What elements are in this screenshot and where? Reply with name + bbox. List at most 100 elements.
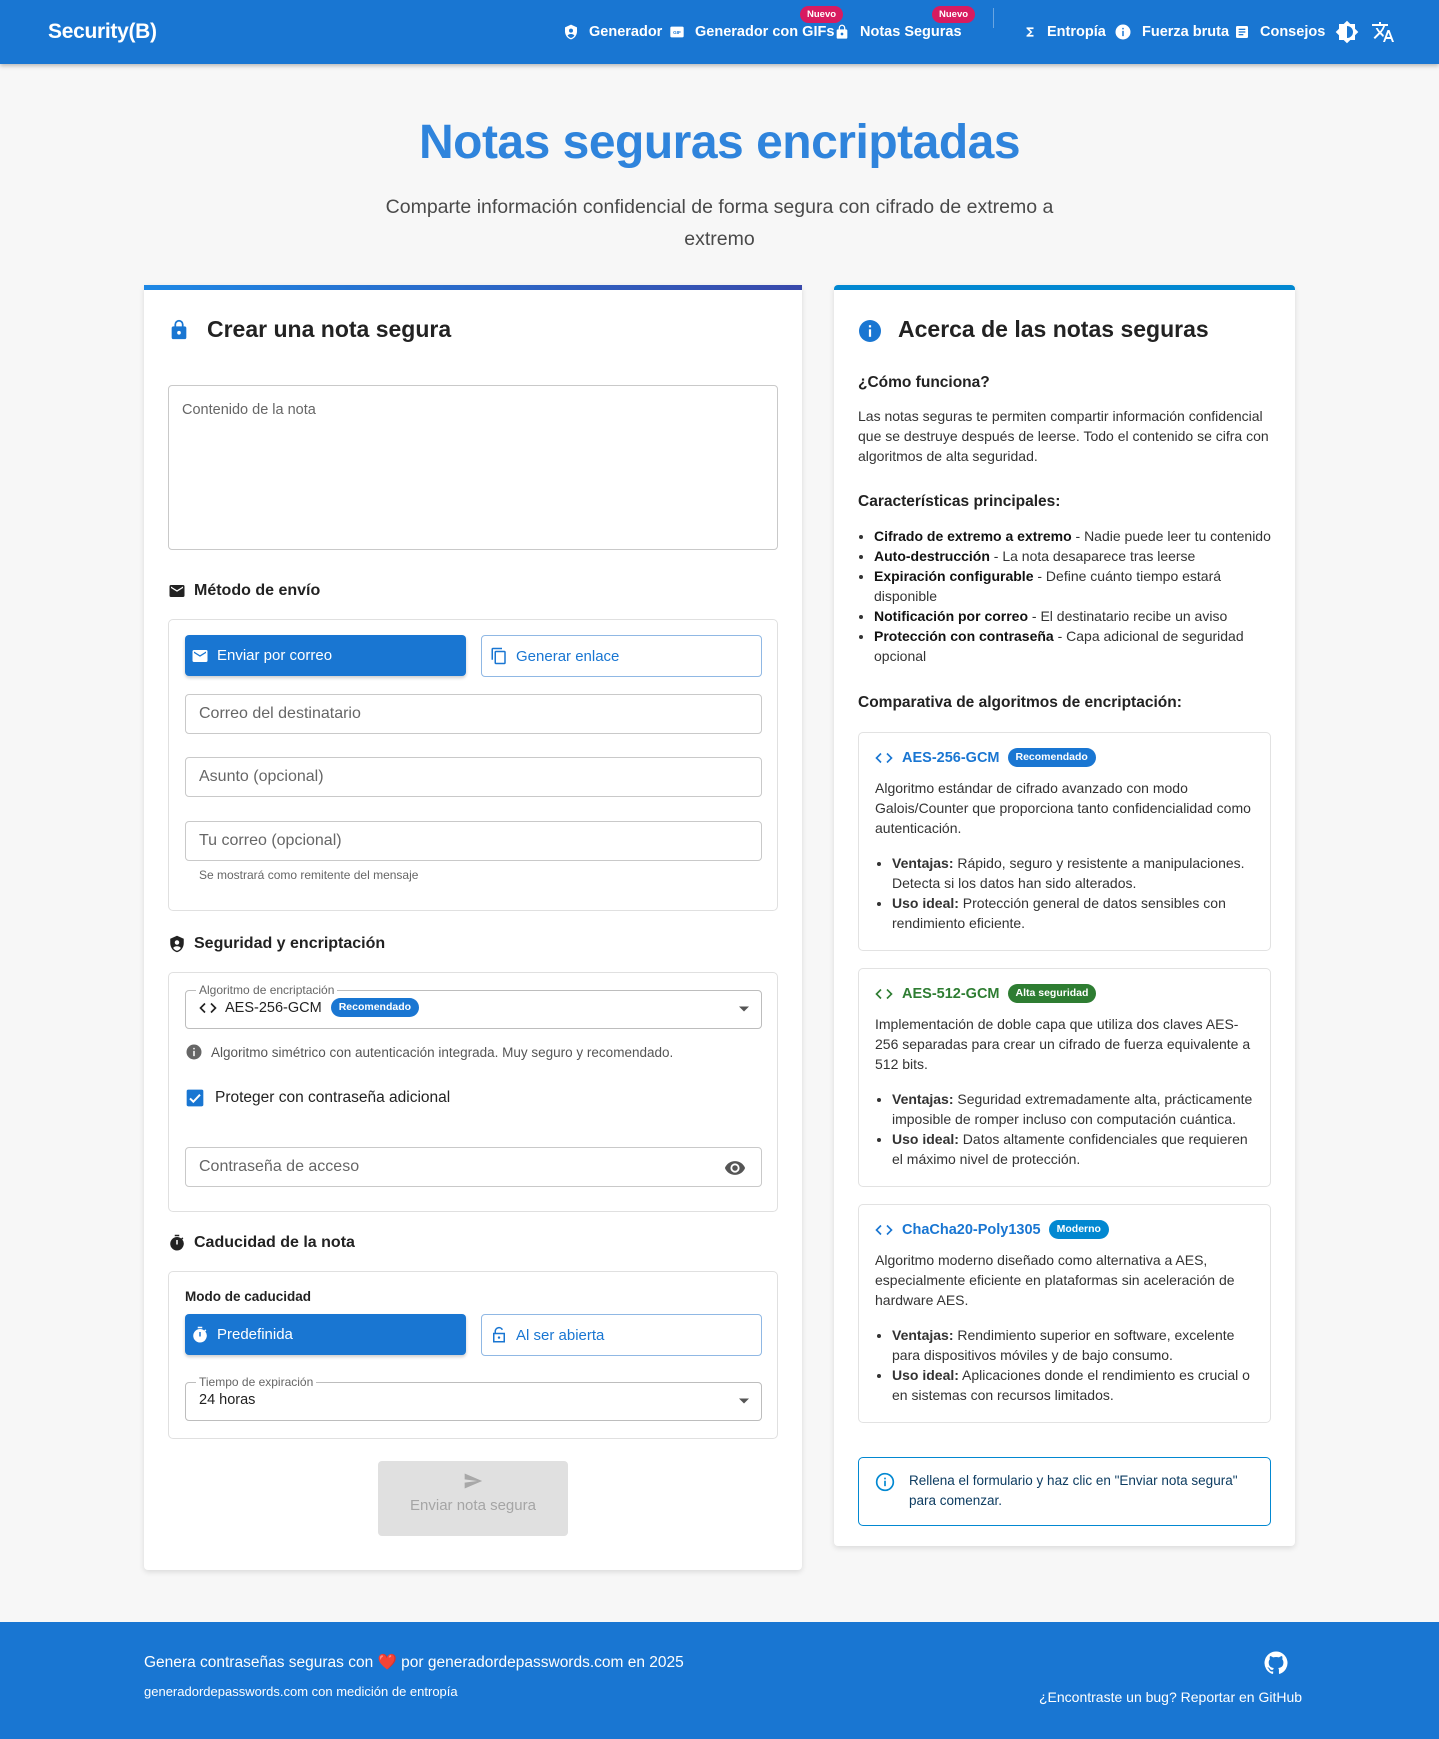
use-label: Uso ideal: [892, 1131, 959, 1147]
feature-desc: - El destinatario recibe un aviso [1028, 608, 1228, 624]
recommended-chip: Recomendado [330, 998, 420, 1017]
nav-item-generador-gifs[interactable]: GIF Generador con GIFs [669, 22, 834, 42]
code-icon [875, 1224, 893, 1235]
select-label: Tiempo de expiración [196, 1375, 317, 1389]
expiry-panel: Modo de caducidad Predefinida Al ser abi… [168, 1271, 778, 1439]
recipient-email-input[interactable]: Correo del destinatario [185, 694, 762, 734]
expiry-time-select[interactable]: Tiempo de expiración 24 horas [185, 1375, 762, 1421]
footer: Genera contraseñas seguras con ❤️ por ge… [0, 1622, 1439, 1739]
footer-subtext[interactable]: generadordepasswords.com con medición de… [144, 1684, 458, 1699]
pros-label: Ventajas: [892, 855, 954, 871]
use-label: Uso ideal: [892, 895, 959, 911]
input-placeholder: Correo del destinatario [199, 705, 361, 722]
feature-desc: - Nadie puede leer tu contenido [1071, 528, 1271, 544]
high-security-chip: Alta seguridad [1007, 984, 1097, 1003]
app-brand[interactable]: Security(B) [48, 20, 157, 44]
credit-text: Genera contraseñas seguras con [144, 1654, 374, 1671]
svg-text:GIF: GIF [673, 30, 681, 35]
algorithm-header: AES-256-GCM Recomendado [875, 748, 1096, 767]
algorithm-name: ChaCha20-Poly1305 [902, 1221, 1041, 1238]
section-label: Método de envío [194, 582, 321, 599]
send-icon [464, 1473, 483, 1489]
algorithm-details: Ventajas: Rendimiento superior en softwa… [892, 1325, 1257, 1405]
subject-input[interactable]: Asunto (opcional) [185, 757, 762, 797]
nav-item-fuerza-bruta[interactable]: Fuerza bruta [1114, 22, 1229, 42]
algorithm-desc: Algoritmo moderno diseñado como alternat… [875, 1252, 1235, 1308]
predefined-expiry-button[interactable]: Predefinida [185, 1314, 466, 1355]
copy-icon [491, 647, 506, 665]
github-icon[interactable] [1264, 1651, 1288, 1675]
algorithm-desc: Algoritmo estándar de cifrado avanzado c… [875, 780, 1251, 836]
feature-name: Auto-destrucción [874, 548, 990, 564]
checkbox-label: Proteger con contraseña adicional [215, 1089, 451, 1106]
note-content-textarea[interactable]: Contenido de la nota [168, 385, 778, 550]
sigma-icon [1026, 27, 1034, 37]
nav-divider [993, 8, 994, 28]
send-email-button[interactable]: Enviar por correo [185, 635, 466, 676]
features-list: Cifrado de extremo a extremo - Nadie pue… [874, 526, 1274, 666]
checkbox-checked-icon[interactable] [185, 1088, 205, 1108]
algorithm-card-chacha20: ChaCha20-Poly1305 Moderno Algoritmo mode… [858, 1204, 1271, 1423]
algorithm-info: Algoritmo simétrico con autenticación in… [185, 1043, 673, 1061]
access-password-input[interactable]: Contraseña de acceso [185, 1147, 762, 1187]
use-label: Uso ideal: [892, 1367, 959, 1383]
nav-item-consejos[interactable]: Consejos [1234, 22, 1325, 42]
algorithm-card-aes256: AES-256-GCM Recomendado Algoritmo estánd… [858, 732, 1271, 951]
section-label: Caducidad de la nota [194, 1234, 355, 1251]
app-bar: Security(B) Generador GIF Generador con … [0, 0, 1439, 64]
feature-item: Auto-destrucción - La nota desaparece tr… [874, 546, 1274, 566]
section-label: Seguridad y encriptación [194, 935, 386, 952]
sender-email-input[interactable]: Tu correo (opcional) [185, 821, 762, 861]
note-placeholder: Contenido de la nota [182, 402, 316, 418]
tip-text: Rellena el formulario y haz clic en "Env… [909, 1473, 1238, 1508]
how-title: ¿Cómo funciona? [858, 374, 990, 391]
algorithm-details: Ventajas: Rápido, seguro y resistente a … [892, 853, 1257, 933]
footer-credit: Genera contraseñas seguras con ❤️ por ge… [144, 1653, 684, 1672]
lock-icon [171, 319, 187, 340]
code-icon [875, 752, 893, 763]
feature-name: Notificación por correo [874, 608, 1029, 624]
nav-item-generador[interactable]: Generador [563, 22, 662, 42]
mail-icon [192, 649, 208, 662]
algorithm-header: AES-512-GCM Alta seguridad [875, 984, 1097, 1003]
button-label: Generar enlace [516, 647, 620, 665]
button-label: Al ser abierta [516, 1326, 605, 1344]
delivery-panel: Enviar por correo Generar enlace Correo … [168, 619, 778, 911]
new-badge: Nuevo [932, 6, 976, 23]
feature-item: Notificación por correo - El destinatari… [874, 606, 1274, 626]
feature-name: Expiración configurable [874, 568, 1034, 584]
card-title: Crear una nota segura [207, 316, 452, 342]
lock-icon [836, 24, 848, 39]
nav-item-notas-seguras[interactable]: Notas Seguras [834, 22, 962, 42]
shield-icon [565, 24, 577, 40]
nav-label: Generador con GIFs [695, 24, 835, 40]
timer-icon [193, 1326, 207, 1342]
generate-link-button[interactable]: Generar enlace [481, 635, 762, 677]
delivery-section-title: Método de envío [168, 582, 320, 600]
submit-note-button[interactable]: Enviar nota segura [378, 1461, 568, 1536]
dropdown-arrow-icon [739, 1006, 749, 1012]
pros-item: Ventajas: Rendimiento superior en softwa… [892, 1325, 1257, 1365]
use-item: Uso ideal: Datos altamente confidenciale… [892, 1129, 1257, 1169]
nav-item-entropia[interactable]: Entropía [1023, 22, 1106, 42]
password-protect-checkbox[interactable]: Proteger con contraseña adicional [185, 1088, 450, 1108]
algorithm-select[interactable]: Algoritmo de encriptación AES-256-GCM Re… [185, 983, 762, 1029]
algorithm-selected: AES-256-GCM Recomendado [199, 998, 420, 1017]
new-badge: Nuevo [800, 6, 844, 23]
translate-icon[interactable] [1371, 20, 1395, 44]
modern-chip: Moderno [1048, 1220, 1109, 1239]
pros-item: Ventajas: Rápido, seguro y resistente a … [892, 853, 1257, 893]
theme-toggle-icon[interactable] [1335, 20, 1359, 44]
nav-label: Entropía [1047, 24, 1106, 40]
feature-item: Protección con contraseña - Capa adicion… [874, 626, 1274, 666]
nav-label: Consejos [1260, 24, 1326, 40]
pros-item: Ventajas: Seguridad extremadamente alta,… [892, 1089, 1257, 1129]
eye-icon[interactable] [724, 1157, 746, 1179]
feature-item: Expiración configurable - Define cuánto … [874, 566, 1274, 606]
how-text: Las notas seguras te permiten compartir … [858, 408, 1269, 464]
lock-open-icon [493, 1326, 505, 1343]
on-open-expiry-button[interactable]: Al ser abierta [481, 1314, 762, 1356]
timer-icon [170, 1234, 184, 1251]
github-bug-link[interactable]: ¿Encontraste un bug? Reportar en GitHub [1039, 1689, 1302, 1705]
security-panel: Algoritmo de encriptación AES-256-GCM Re… [168, 972, 778, 1212]
